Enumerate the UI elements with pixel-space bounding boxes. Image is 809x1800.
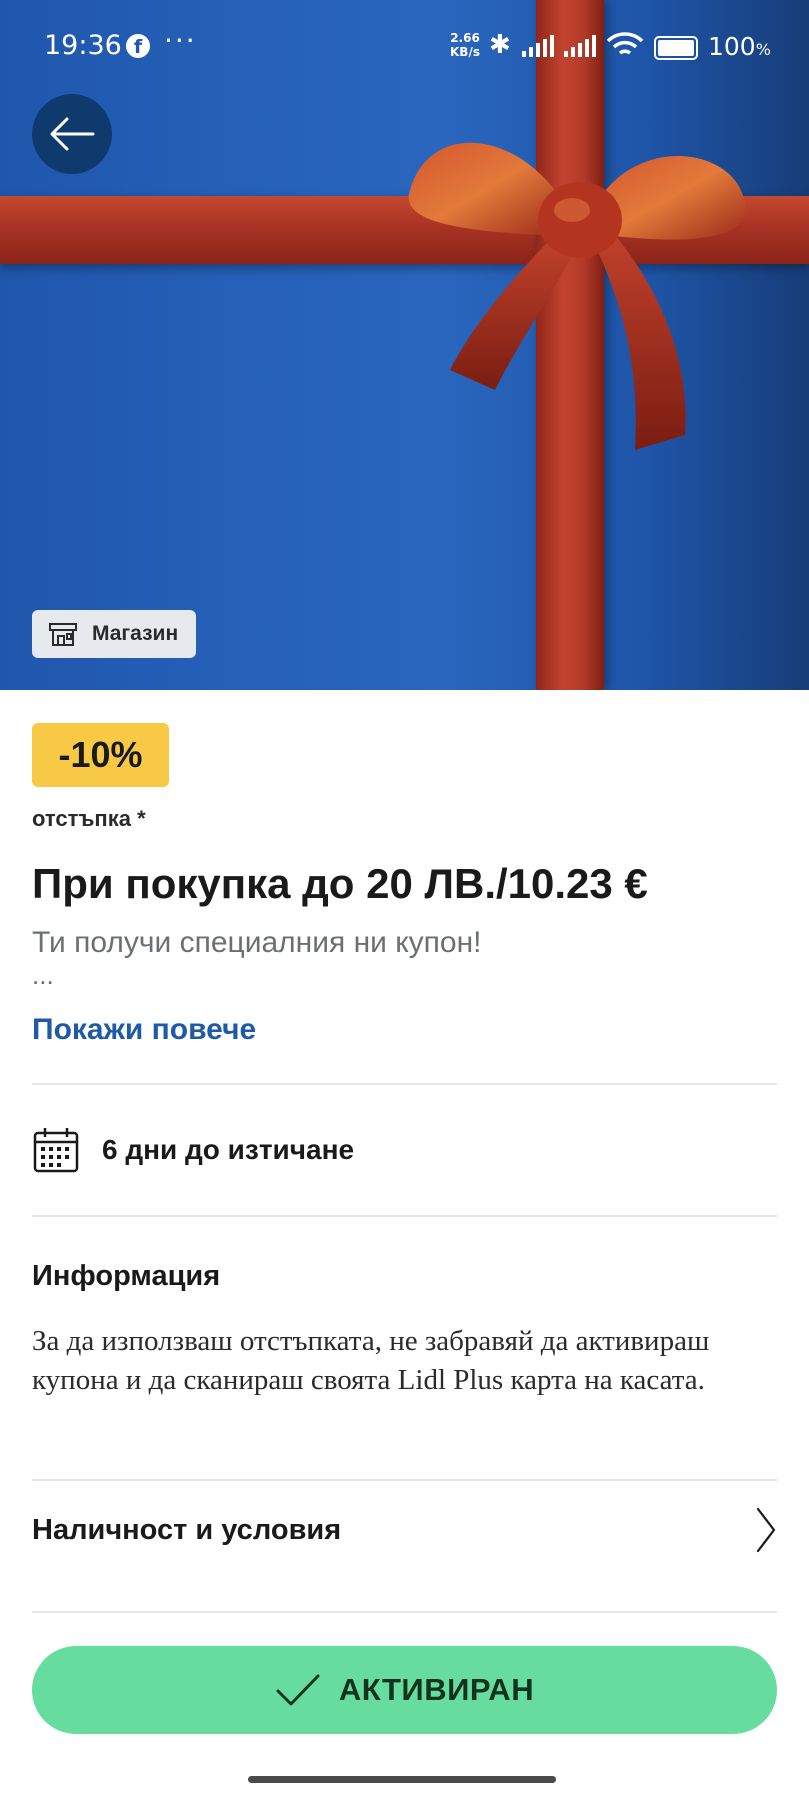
discount-badge: -10% bbox=[32, 723, 169, 787]
info-text: За да използваш отстъпката, не забравяй … bbox=[32, 1325, 710, 1396]
coupon-title: При покупка до 20 ЛВ./10.23 € bbox=[32, 860, 648, 907]
discount-label: отстъпка * bbox=[32, 806, 146, 831]
terms-label: Наличност и условия bbox=[32, 1513, 342, 1546]
back-button[interactable] bbox=[32, 94, 112, 174]
expiry-row: 6 дни до изтичане bbox=[32, 1124, 777, 1176]
expiry-text: 6 дни до изтичане bbox=[102, 1134, 355, 1165]
divider bbox=[32, 1083, 777, 1085]
calendar-icon bbox=[33, 1128, 79, 1173]
divider bbox=[32, 1611, 777, 1613]
coupon-subtitle: Ти получи специалния ни купон! bbox=[32, 926, 482, 959]
store-icon bbox=[49, 623, 77, 646]
terms-row[interactable]: Наличност и условия bbox=[32, 1500, 777, 1560]
store-chip: Магазин bbox=[32, 610, 197, 658]
more-notifications-icon: ··· bbox=[164, 24, 197, 57]
home-indicator[interactable] bbox=[248, 1776, 556, 1783]
divider bbox=[32, 1215, 777, 1217]
description-ellipsis: ... bbox=[32, 960, 54, 990]
divider bbox=[32, 1479, 777, 1481]
status-bar: 19:36 f ··· 2.66 KB/s ✱ 100% bbox=[0, 0, 809, 92]
battery-percent: 100% bbox=[708, 32, 771, 61]
hero-image bbox=[0, 0, 809, 690]
battery-icon bbox=[654, 36, 698, 60]
wifi-icon bbox=[606, 32, 644, 55]
show-more-link[interactable]: Покажи повече bbox=[32, 1013, 256, 1047]
bluetooth-icon: ✱ bbox=[489, 30, 511, 60]
network-speed: 2.66 KB/s bbox=[450, 31, 480, 59]
store-chip-label: Магазин bbox=[92, 622, 179, 645]
arrow-left-icon bbox=[50, 117, 95, 151]
signal-icon bbox=[522, 35, 554, 57]
facebook-icon: f bbox=[126, 34, 150, 58]
checkmark-icon bbox=[276, 1674, 320, 1706]
status-time: 19:36 bbox=[44, 30, 122, 61]
activated-button[interactable]: АКТИВИРАН bbox=[32, 1646, 777, 1734]
signal-icon bbox=[564, 35, 596, 57]
gift-bow-icon bbox=[408, 142, 746, 450]
chevron-right-icon bbox=[756, 1507, 776, 1553]
activated-label: АКТИВИРАН bbox=[338, 1672, 535, 1707]
info-heading: Информация bbox=[32, 1260, 221, 1292]
